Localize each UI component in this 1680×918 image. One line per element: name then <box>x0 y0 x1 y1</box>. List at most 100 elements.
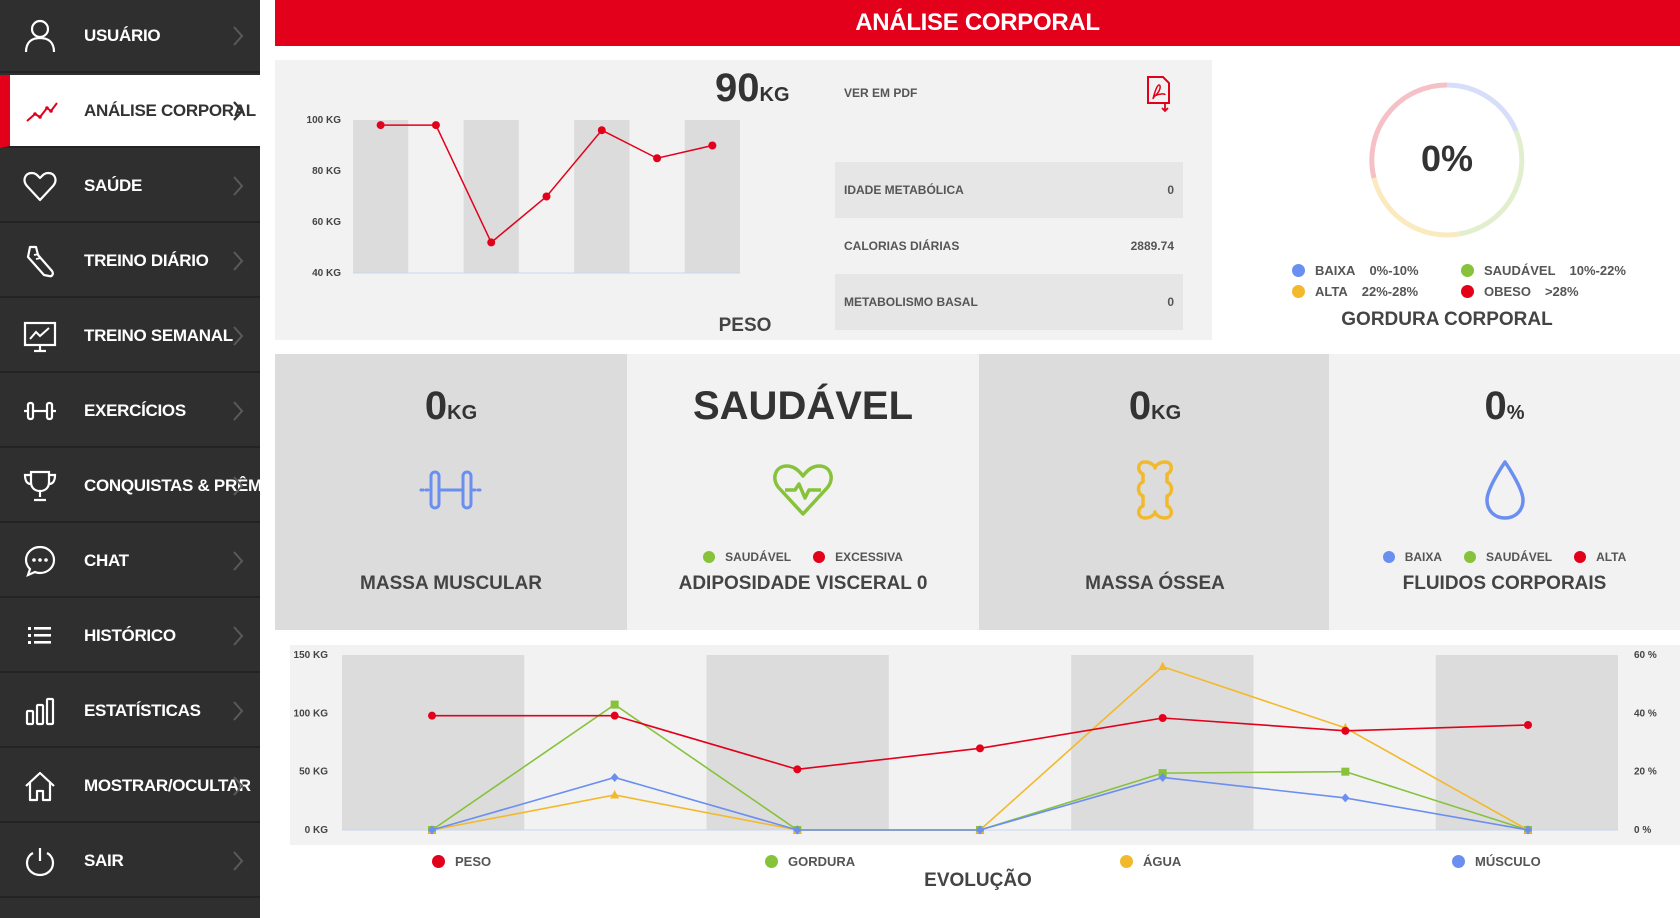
adiposidade-card: SAUDÁVEL SAUDÁVEL EXCESSIVA ADIPOSIDADE … <box>627 354 979 630</box>
calorias-diarias-row: CALORIAS DIÁRIAS 2889.74 <box>835 218 1183 274</box>
chevron-right-icon <box>233 100 244 121</box>
evol-line-musculo <box>431 776 1529 831</box>
evol-band <box>1071 655 1254 830</box>
peso-point <box>653 154 662 163</box>
dumbbell-icon <box>24 401 56 420</box>
sidebar-item-label: TREINO DIÁRIO <box>84 250 209 270</box>
sidebar-item-usuario[interactable]: USUÁRIO <box>0 0 260 73</box>
legend-saudavel: SAUDÁVEL <box>703 550 791 564</box>
bone-icon <box>1136 460 1174 520</box>
evol-y-tick-right: 60 % <box>1634 650 1657 661</box>
chevron-right-icon <box>233 250 244 271</box>
sidebar-item-mostrar-ocultar[interactable]: MOSTRAR/OCULTAR <box>0 750 260 823</box>
legend-dot <box>1461 264 1474 277</box>
user-icon <box>24 19 56 52</box>
fluidos-title: FLUIDOS CORPORAIS <box>1402 573 1607 594</box>
sidebar-item-label: CONQUISTAS & PRÊMIOS <box>84 475 291 495</box>
peso-y-tick: 100 KG <box>307 115 342 126</box>
peso-point <box>487 238 496 247</box>
ver-pdf-label: VER EM PDF <box>844 86 918 100</box>
chevron-right-icon <box>233 25 244 46</box>
sidebar-item-label: EXERCÍCIOS <box>84 400 186 420</box>
chevron-right-icon <box>233 475 244 496</box>
evol-band <box>706 655 889 830</box>
dumbbell-icon <box>419 470 483 510</box>
fluidos-legend: BAIXA SAUDÁVEL ALTA <box>1329 550 1680 564</box>
evol-y-tick-right: 0 % <box>1634 825 1651 836</box>
massa-ossea-title: MASSA ÓSSEA <box>1085 573 1225 594</box>
stat-label: IDADE METABÓLICA <box>844 183 964 197</box>
water-drop-icon <box>1484 460 1525 520</box>
massa-ossea-value: 0KG <box>1128 384 1182 428</box>
sidebar: USUÁRIO ANÁLISE CORPORAL SAÚDE TREINO DIÁRI… <box>0 0 291 918</box>
adiposidade-title: ADIPOSIDADE VISCERAL 0 <box>678 573 928 594</box>
evol-point-agua <box>610 790 620 799</box>
legend-obeso: OBESO >28% <box>1461 284 1579 299</box>
massa-muscular-title: MASSA MUSCULAR <box>360 573 542 594</box>
pdf-download-icon[interactable] <box>1145 73 1173 113</box>
list-icon <box>28 626 51 644</box>
sidebar-item-label: ESTATÍSTICAS <box>84 700 201 720</box>
chevron-right-icon <box>233 325 244 346</box>
heart-icon <box>773 464 833 516</box>
chevron-right-icon <box>233 625 244 646</box>
adiposidade-legend: SAUDÁVEL EXCESSIVA <box>627 550 979 564</box>
sidebar-item-historico[interactable]: HISTÓRICO <box>0 600 260 673</box>
evol-y-tick-left: 100 KG <box>294 708 329 719</box>
gordura-title: GORDURA CORPORAL <box>1341 309 1553 330</box>
sidebar-item-label: SAIR <box>84 850 124 870</box>
peso-y-tick: 80 KG <box>312 166 341 177</box>
chevron-right-icon <box>233 175 244 196</box>
evolucao-chart: 150 KG 100 KG 50 KG 0 KG 60 % 40 % 20 % 0 % <box>294 650 1657 836</box>
fluidos-card: 0% BAIXA SAUDÁVEL ALTA FLUIDOS CORPORAIS <box>1329 354 1680 630</box>
peso-y-tick: 60 KG <box>312 217 341 228</box>
evol-point-peso <box>1158 714 1167 722</box>
evol-y-tick-left: 0 KG <box>305 825 329 836</box>
metabolismo-basal-row: METABOLISMO BASAL 0 <box>835 274 1183 330</box>
sidebar-item-chat[interactable]: CHAT <box>0 525 260 598</box>
evol-band <box>342 655 525 830</box>
chevron-right-icon <box>233 400 244 421</box>
peso-point <box>597 126 606 135</box>
legend-baixa: BAIXA <box>1382 550 1442 564</box>
massa-muscular-card: 0KG MASSA MUSCULAR <box>275 354 627 630</box>
home-icon <box>25 771 55 801</box>
adiposidade-value: SAUDÁVEL <box>692 384 914 428</box>
legend-dot <box>1461 285 1474 298</box>
sidebar-item-treino-semanal[interactable]: TREINO SEMANAL <box>0 300 260 373</box>
evol-point-peso <box>1341 726 1350 735</box>
legend-musculo: MÚSCULO <box>1452 854 1541 869</box>
sidebar-item-sair[interactable]: SAIR <box>0 825 260 898</box>
sidebar-item-label: USUÁRIO <box>84 25 161 45</box>
evolucao-title: EVOLUÇÃO <box>924 870 1032 891</box>
sidebar-item-analise-corporal[interactable]: ANÁLISE CORPORAL <box>0 75 260 148</box>
presentation-board-icon <box>23 321 57 352</box>
evol-point-peso <box>610 711 619 720</box>
evol-y-tick-right: 20 % <box>1634 767 1657 778</box>
legend-dot <box>1292 264 1305 277</box>
evol-point-peso <box>1524 721 1532 729</box>
sidebar-item-saude[interactable]: SAÚDE <box>0 150 260 223</box>
trend-line-icon <box>26 101 58 122</box>
legend-gordura: GORDURA <box>765 854 855 869</box>
legend-baixa: BAIXA 0%-10% <box>1292 263 1419 278</box>
stat-value: 0 <box>1167 295 1174 309</box>
legend-saudavel: SAUDÁVEL 10%-22% <box>1461 263 1626 278</box>
peso-band <box>353 120 409 273</box>
evol-point-gordura <box>1341 767 1350 776</box>
legend-agua: ÁGUA <box>1120 854 1181 869</box>
sidebar-item-label: HISTÓRICO <box>84 625 176 645</box>
sidebar-item-exercicios[interactable]: EXERCÍCIOS <box>0 375 260 448</box>
sidebar-item-treino-diario[interactable]: TREINO DIÁRIO <box>0 225 260 298</box>
legend-saudavel: SAUDÁVEL <box>1464 550 1552 564</box>
legend-alta: ALTA <box>1574 550 1626 564</box>
massa-ossea-card: 0KG MASSA ÓSSEA <box>979 354 1331 630</box>
sidebar-item-estatisticas[interactable]: ESTATÍSTICAS <box>0 675 260 748</box>
evol-line-gordura <box>431 703 1529 831</box>
evol-y-tick-right: 40 % <box>1634 708 1657 719</box>
ver-pdf-row[interactable]: VER EM PDF <box>835 65 1183 121</box>
heart-icon <box>23 171 57 201</box>
idade-metabolica-row: IDADE METABÓLICA 0 <box>835 162 1183 218</box>
trophy-icon <box>23 470 57 501</box>
sidebar-item-conquistas-premios[interactable]: CONQUISTAS & PRÊMIOS <box>0 450 291 523</box>
